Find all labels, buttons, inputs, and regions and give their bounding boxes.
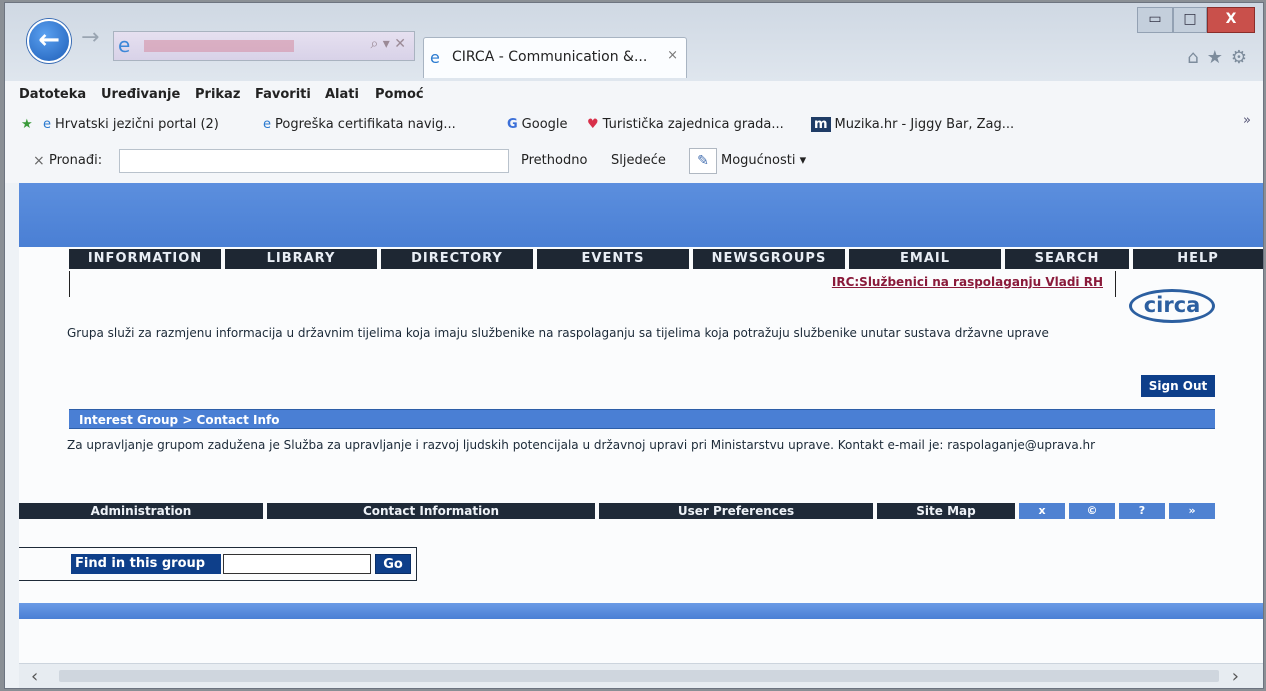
close-button[interactable]: X [1207,7,1255,33]
nav-email[interactable]: EMAIL [849,249,1001,269]
footer-contact-information[interactable]: Contact Information [267,503,595,519]
page-favicon-icon: e [430,48,440,67]
group-title-row: IRC:Službenici na raspolaganju Vladi RH [69,271,1116,297]
menu-prikaz[interactable]: Prikaz [195,87,240,102]
nav-directory[interactable]: DIRECTORY [381,249,533,269]
menu-datoteka[interactable]: Datoteka [19,87,86,102]
footer-site-map[interactable]: Site Map [877,503,1015,519]
scroll-thumb[interactable] [59,670,1219,682]
title-bar: ← → e ⌕ ▾ ✕ e CIRCA - Communication &...… [5,3,1263,81]
favorite-item[interactable]: e Pogreška certifikata navig... [263,117,456,132]
favorites-more-icon[interactable]: » [1243,113,1251,128]
go-button[interactable]: Go [375,554,411,574]
maximize-button[interactable]: □ [1173,7,1207,33]
favorite-label: Google [521,117,568,132]
minimize-button[interactable]: ▭ [1137,7,1173,33]
tab-title: CIRCA - Communication &... [452,49,648,65]
favorite-item[interactable]: m Muzika.hr - Jiggy Bar, Zag... [811,117,1014,132]
favorite-label: Pogreška certifikata navig... [275,117,456,132]
group-description: Grupa služi za razmjenu informacija u dr… [67,326,1049,340]
find-bar: × Pronađi: Prethodno Sljedeće ✎ Mogućnos… [5,141,1263,183]
ie-page-icon: e [263,117,271,132]
google-icon: G [507,117,518,132]
favorite-item[interactable]: G Google [507,117,568,132]
toolbar-icons: ⌂ ★ ⚙ [1179,47,1247,68]
favorite-label: Turistička zajednica grada... [602,117,784,132]
ie-logo-icon: e [118,33,131,57]
help-icon[interactable]: ? [1119,503,1165,519]
nav-newsgroups[interactable]: NEWSGROUPS [693,249,845,269]
address-controls-icon[interactable]: ⌕ ▾ ✕ [371,36,407,52]
back-button[interactable]: ← [27,19,71,63]
group-search-input[interactable] [223,554,371,574]
find-close-icon[interactable]: × [33,153,45,169]
add-favorite-icon[interactable]: ★ [21,117,33,132]
next-icon[interactable]: » [1169,503,1215,519]
nav-library[interactable]: LIBRARY [225,249,377,269]
find-label: Pronađi: [49,153,103,168]
scroll-left-icon[interactable]: ‹ [31,666,38,687]
heart-icon: ♥ [587,117,599,132]
favorites-bar: ★ e Hrvatski jezični portal (2) e Pogreška… [5,109,1263,142]
close-icon[interactable]: x [1019,503,1065,519]
find-options-button[interactable]: Mogućnosti ▾ [721,153,806,168]
sign-out-button[interactable]: Sign Out [1141,375,1215,397]
header-band [19,183,1263,247]
nav-search[interactable]: SEARCH [1005,249,1129,269]
scroll-right-icon[interactable]: › [1232,666,1239,687]
nav-events[interactable]: EVENTS [537,249,689,269]
address-url [144,40,294,52]
menu-uredivanje[interactable]: Uređivanje [101,87,180,102]
breadcrumb: Interest Group > Contact Info [69,409,1215,429]
menu-pomoc[interactable]: Pomoć [375,87,424,102]
page-content: INFORMATION LIBRARY DIRECTORY EVENTS NEW… [19,183,1263,663]
find-options-label: Mogućnosti [721,153,796,168]
forward-button[interactable]: → [81,25,99,50]
footer-user-preferences[interactable]: User Preferences [599,503,873,519]
tab-circa[interactable]: e CIRCA - Communication &... × [423,37,687,78]
find-input[interactable] [119,149,509,173]
favorite-item[interactable]: ♥ Turistička zajednica grada... [587,117,784,132]
tab-close-icon[interactable]: × [667,48,678,63]
group-search-label: Find in this group [71,554,221,574]
favorite-label: Muzika.hr - Jiggy Bar, Zag... [834,117,1015,132]
menu-favoriti[interactable]: Favoriti [255,87,311,102]
nav-help[interactable]: HELP [1133,249,1263,269]
address-bar[interactable]: e ⌕ ▾ ✕ [113,31,415,61]
horizontal-scrollbar[interactable]: ‹ › [19,663,1263,688]
circa-logo: circa [1129,289,1215,323]
menu-bar: Datoteka Uređivanje Prikaz Favoriti Alat… [5,81,1263,109]
gear-icon[interactable]: ⚙ [1231,47,1247,68]
copyright-icon[interactable]: © [1069,503,1115,519]
muzika-icon: m [811,117,831,132]
contact-info: Za upravljanje grupom zadužena je Služba… [67,438,1096,452]
footer-band [19,603,1263,619]
find-next-button[interactable]: Sljedeće [611,153,666,168]
ie-page-icon: e [43,117,51,132]
find-prev-button[interactable]: Prethodno [521,153,587,168]
star-icon[interactable]: ★ [1207,47,1223,68]
favorite-label: Hrvatski jezični portal (2) [55,117,219,132]
highlight-icon[interactable]: ✎ [689,148,717,174]
group-search-box: Find in this group Go [19,547,417,581]
home-icon[interactable]: ⌂ [1187,47,1198,68]
nav-information[interactable]: INFORMATION [69,249,221,269]
footer-administration[interactable]: Administration [19,503,263,519]
favorite-item[interactable]: e Hrvatski jezični portal (2) [43,117,219,132]
group-title-link[interactable]: IRC:Službenici na raspolaganju Vladi RH [832,275,1103,289]
menu-alati[interactable]: Alati [325,87,359,102]
browser-window: ← → e ⌕ ▾ ✕ e CIRCA - Communication &...… [4,2,1264,689]
